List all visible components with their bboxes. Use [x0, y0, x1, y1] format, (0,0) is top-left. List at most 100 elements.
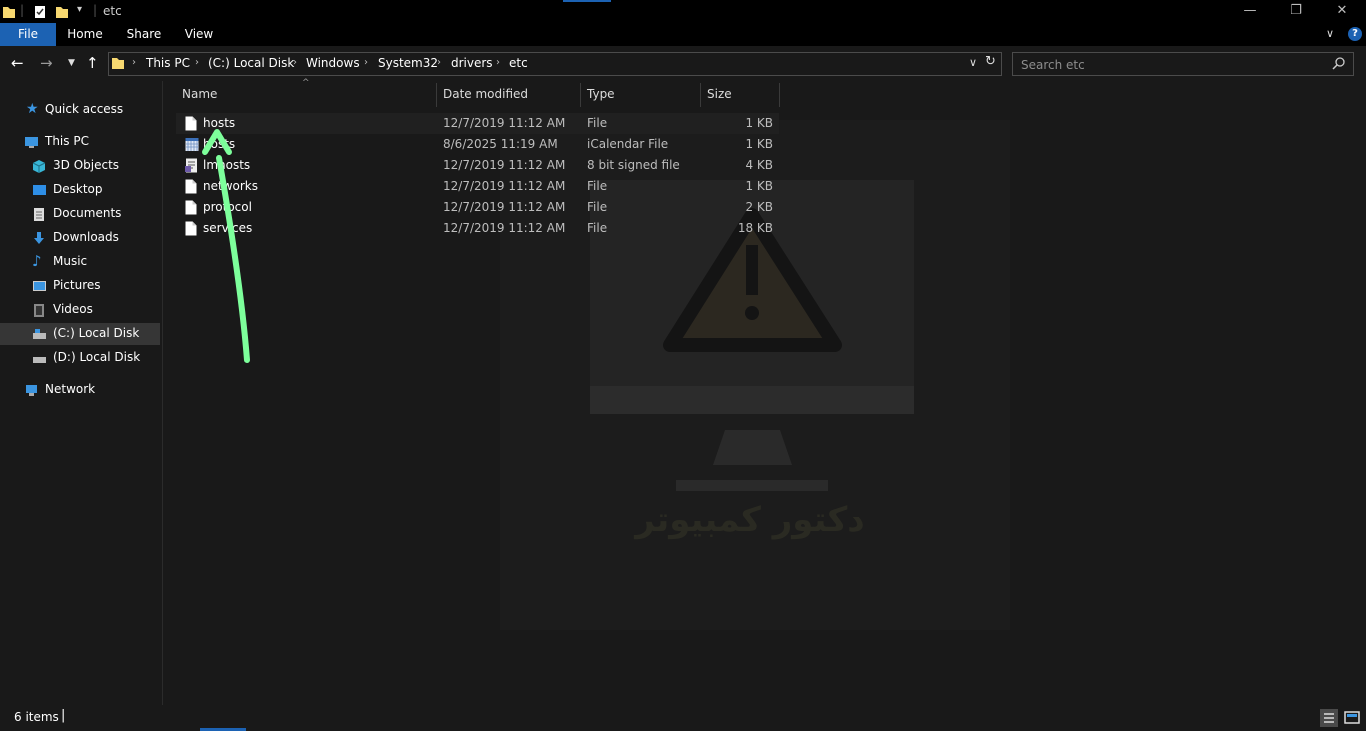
file-type: iCalendar File: [587, 137, 669, 151]
nav-this-pc[interactable]: This PC: [0, 131, 160, 153]
column-divider[interactable]: [436, 83, 437, 107]
active-indicator: [563, 0, 611, 2]
nav-desktop[interactable]: Desktop: [0, 179, 160, 201]
documents-icon: [34, 208, 44, 221]
search-box[interactable]: [1012, 52, 1354, 76]
breadcrumb-chevron[interactable]: ›: [496, 57, 500, 68]
toolbar-divider: |: [20, 3, 25, 17]
nav-label: Network: [45, 382, 96, 396]
nav-quick-access[interactable]: ★ Quick access: [0, 99, 160, 121]
breadcrumb-chevron[interactable]: ›: [293, 57, 297, 68]
properties-icon[interactable]: [33, 4, 47, 19]
file-type: 8 bit signed file: [587, 158, 680, 172]
breadcrumb-this-pc[interactable]: This PC: [146, 56, 190, 70]
minimize-button[interactable]: —: [1227, 0, 1273, 23]
new-folder-icon[interactable]: [55, 4, 69, 19]
restore-button[interactable]: ❐: [1273, 0, 1319, 23]
table-row[interactable]: services 12/7/2019 11:12 AM File 18 KB: [176, 218, 779, 239]
back-arrow-icon[interactable]: ←: [11, 54, 24, 72]
nav-network[interactable]: Network: [0, 379, 160, 401]
file-type: File: [587, 116, 608, 130]
search-input[interactable]: [1019, 56, 1323, 74]
breadcrumb-chevron[interactable]: ›: [195, 57, 199, 68]
tab-view[interactable]: View: [176, 23, 222, 46]
network-icon: [26, 385, 37, 396]
large-icons-view-icon[interactable]: [1343, 709, 1361, 727]
cube-icon: [32, 160, 46, 173]
expand-ribbon-icon[interactable]: ∨: [1326, 27, 1334, 40]
toolbar-divider: |: [93, 3, 98, 17]
breadcrumb-windows[interactable]: Windows: [306, 56, 360, 70]
pictures-icon: [33, 281, 46, 291]
nav-label: Music: [53, 254, 88, 268]
table-row[interactable]: protocol 12/7/2019 11:12 AM File 2 KB: [176, 197, 779, 218]
column-header-size[interactable]: Size: [707, 87, 732, 101]
table-row[interactable]: hosts 8/6/2025 11:19 AM iCalendar File 1…: [176, 134, 779, 155]
breadcrumb-system32[interactable]: System32: [378, 56, 438, 70]
address-dropdown-icon[interactable]: ∨: [969, 56, 977, 69]
tab-file[interactable]: File: [0, 23, 56, 46]
breadcrumb-chevron[interactable]: ›: [437, 57, 441, 68]
watermark-text: دكتور كمبيوتر: [635, 500, 865, 540]
nav-label: Documents: [53, 206, 122, 220]
file-date: 12/7/2019 11:12 AM: [443, 200, 566, 214]
file-size: 1 KB: [745, 179, 773, 193]
nav-label: (C:) Local Disk: [53, 326, 140, 340]
table-row[interactable]: networks 12/7/2019 11:12 AM File 1 KB: [176, 176, 779, 197]
nav-label: Pictures: [53, 278, 101, 292]
ribbon-tabs: File Home Share View ∨ ?: [0, 23, 1366, 46]
file-date: 8/6/2025 11:19 AM: [443, 137, 558, 151]
status-divider: |: [61, 708, 66, 723]
help-icon[interactable]: ?: [1348, 27, 1362, 41]
breadcrumb-c-drive[interactable]: (C:) Local Disk: [208, 56, 294, 70]
file-date: 12/7/2019 11:12 AM: [443, 158, 566, 172]
file-size: 4 KB: [745, 158, 773, 172]
breadcrumb-etc[interactable]: etc: [509, 56, 528, 70]
annotation-arrow: [202, 129, 250, 363]
nav-label: Quick access: [45, 102, 124, 116]
folder-icon: [112, 58, 124, 69]
column-header-name[interactable]: Name: [182, 87, 217, 101]
nav-d-drive[interactable]: (D:) Local Disk: [0, 347, 160, 369]
file-type: File: [587, 179, 608, 193]
table-row[interactable]: hosts 12/7/2019 11:12 AM File 1 KB: [176, 113, 779, 134]
film-icon: [34, 304, 44, 317]
desktop-icon: [33, 185, 46, 195]
column-header-type[interactable]: Type: [587, 87, 615, 101]
breadcrumb-drivers[interactable]: drivers: [451, 56, 493, 70]
column-divider[interactable]: [700, 83, 701, 107]
file-size: 1 KB: [745, 137, 773, 151]
refresh-icon[interactable]: ↻: [985, 54, 996, 69]
column-divider[interactable]: [580, 83, 581, 107]
close-button[interactable]: ✕: [1319, 0, 1365, 23]
breadcrumb-chevron[interactable]: ›: [364, 57, 368, 68]
forward-arrow-icon[interactable]: →: [40, 54, 53, 72]
file-date: 12/7/2019 11:12 AM: [443, 221, 566, 235]
breadcrumb-chevron[interactable]: ›: [132, 57, 136, 68]
table-row[interactable]: lmhosts 12/7/2019 11:12 AM 8 bit signed …: [176, 155, 779, 176]
nav-music[interactable]: ♪ Music: [0, 251, 160, 273]
nav-pictures[interactable]: Pictures: [0, 275, 160, 297]
window-title: etc: [103, 4, 122, 18]
computer-icon: [25, 137, 38, 148]
up-arrow-icon[interactable]: ↑: [86, 54, 99, 72]
nav-3d-objects[interactable]: 3D Objects: [0, 155, 160, 177]
recent-locations-icon[interactable]: ▼: [68, 58, 75, 68]
search-icon[interactable]: [1332, 57, 1345, 70]
nav-documents[interactable]: Documents: [0, 203, 160, 225]
tab-share[interactable]: Share: [118, 23, 170, 46]
column-header-date-modified[interactable]: Date modified: [443, 87, 528, 101]
star-icon: ★: [26, 101, 39, 117]
folder-icon: [3, 7, 15, 18]
tab-home[interactable]: Home: [60, 23, 110, 46]
nav-label: 3D Objects: [53, 158, 120, 172]
details-view-icon[interactable]: [1320, 709, 1338, 727]
column-divider[interactable]: [779, 83, 780, 107]
navigation-pane: ★ Quick access This PC 3D Objects Deskto…: [0, 81, 163, 705]
nav-videos[interactable]: Videos: [0, 299, 160, 321]
customize-toolbar-icon[interactable]: ▾: [77, 4, 82, 19]
nav-c-drive[interactable]: (C:) Local Disk: [0, 323, 160, 345]
nav-label: Downloads: [53, 230, 119, 244]
nav-label: Videos: [53, 302, 93, 316]
nav-downloads[interactable]: Downloads: [0, 227, 160, 249]
